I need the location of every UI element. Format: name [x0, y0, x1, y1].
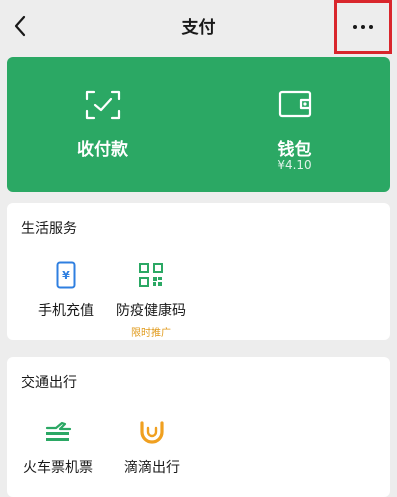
health-code-label: 防疫健康码 — [116, 303, 186, 319]
didi-icon — [140, 421, 164, 444]
wallet-icon — [278, 90, 312, 122]
svg-text:¥: ¥ — [62, 269, 70, 282]
wallet-button[interactable]: 钱包 ¥4.10 — [199, 57, 390, 192]
more-dots-icon — [353, 25, 373, 29]
train-flight-button[interactable]: 火车票机票 — [8, 416, 108, 477]
didi-label: 滴滴出行 — [124, 460, 180, 476]
wallet-label: 钱包 — [277, 140, 312, 160]
train-flight-icon — [45, 421, 72, 441]
health-code-button[interactable]: 防疫健康码 限时推广 — [101, 259, 201, 339]
receive-pay-label: 收付款 — [77, 140, 128, 160]
qr-code-icon — [139, 263, 163, 287]
didi-button[interactable]: 滴滴出行 — [102, 416, 202, 477]
receive-pay-button[interactable]: 收付款 — [7, 57, 198, 192]
top-nav-bar: 支付 — [0, 0, 397, 54]
more-options-button[interactable] — [334, 0, 392, 54]
scan-frame-icon — [85, 90, 121, 124]
life-services-card: 生活服务 ¥ 手机充值 防疫健康码 限时推广 — [7, 203, 390, 340]
section-title-transport: 交通出行 — [21, 375, 77, 391]
phone-recharge-icon: ¥ — [56, 261, 76, 289]
wallet-panel: 收付款 钱包 ¥4.10 — [7, 57, 390, 192]
promo-badge: 限时推广 — [131, 328, 171, 339]
wallet-balance: ¥4.10 — [277, 158, 312, 172]
transport-card: 交通出行 火车票机票 滴滴出行 — [7, 357, 390, 497]
train-flight-label: 火车票机票 — [23, 460, 93, 476]
section-title-life-services: 生活服务 — [21, 221, 77, 237]
